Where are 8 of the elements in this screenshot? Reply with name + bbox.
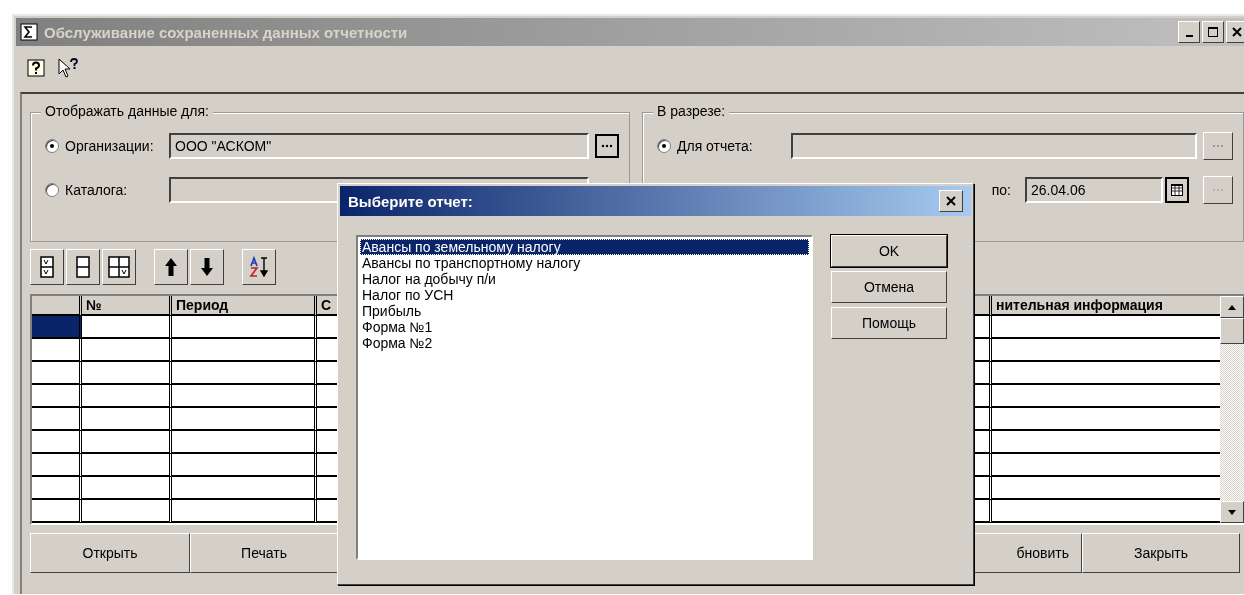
radio-label: Для отчета: — [677, 138, 754, 154]
group-title: Отображать данные для: — [41, 103, 213, 119]
radio-label: Каталога: — [65, 182, 129, 198]
dialog-title: Выберите отчет: — [348, 192, 473, 210]
window-title: Обслуживание сохраненных данных отчетности — [44, 23, 408, 41]
group-title: В разрезе: — [653, 103, 730, 119]
field-label: по: — [991, 182, 1011, 198]
radio-label: Организации: — [65, 138, 155, 154]
